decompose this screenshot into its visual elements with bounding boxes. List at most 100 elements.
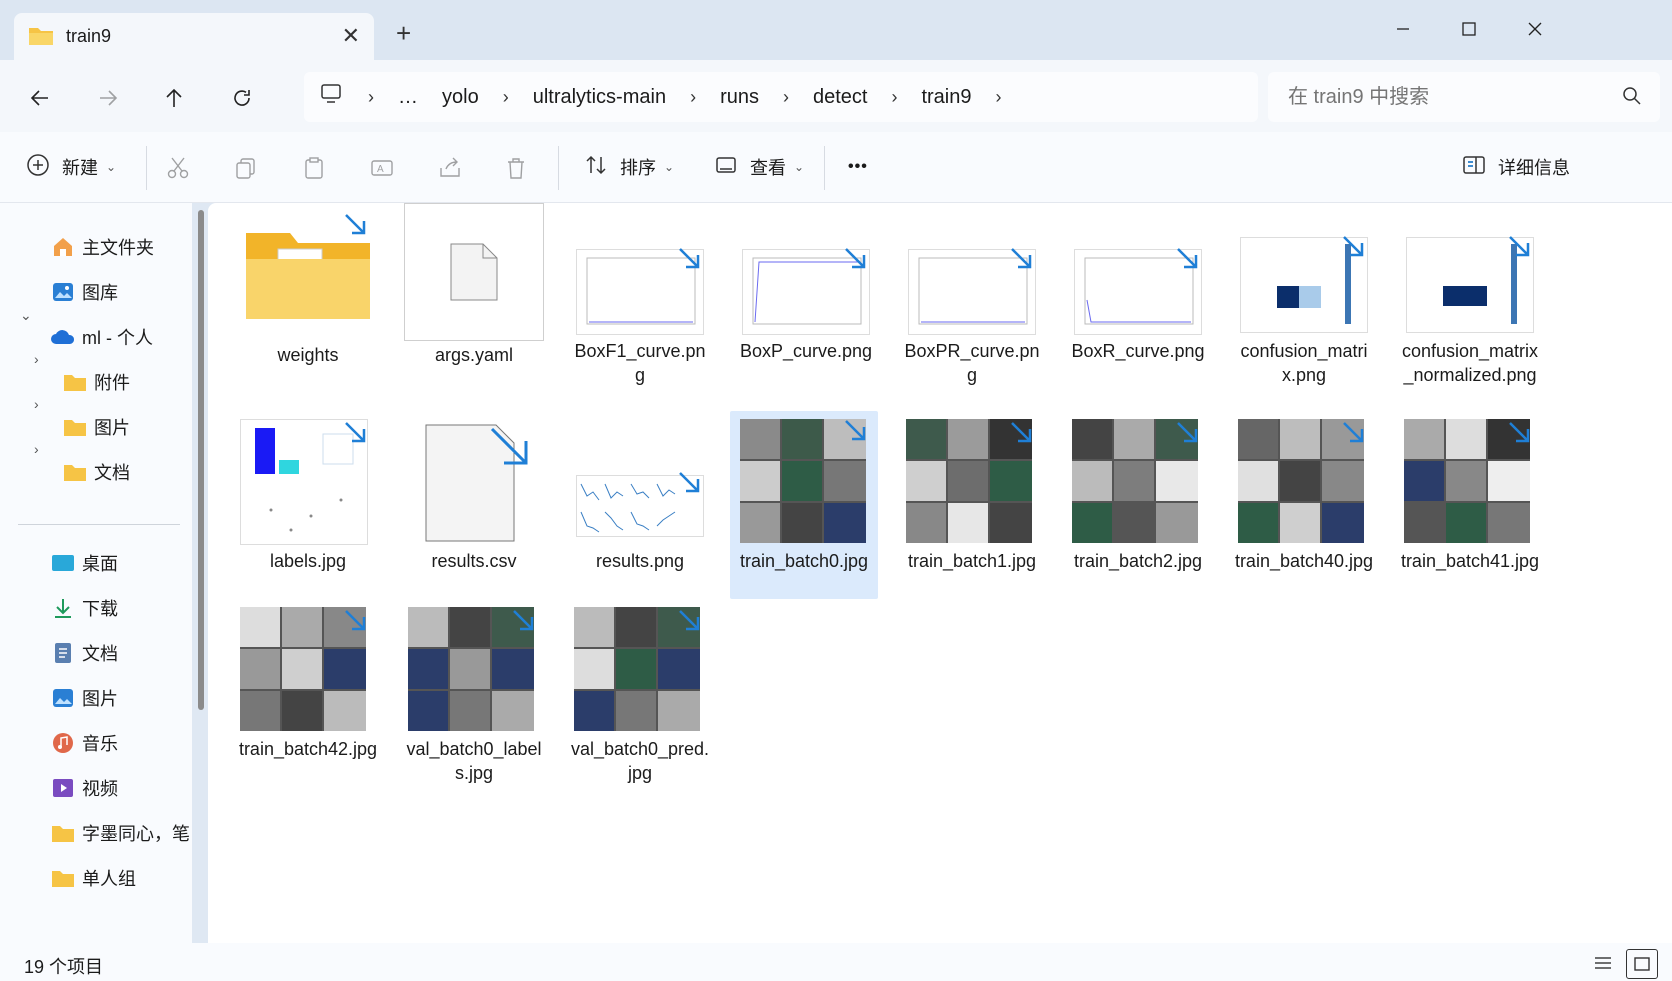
item-count: 19 个项目 bbox=[24, 957, 104, 977]
file-item-chart[interactable]: BoxP_curve.png bbox=[736, 239, 876, 409]
sidebar-item-label: 图片 bbox=[94, 418, 130, 438]
file-item-chart[interactable]: BoxPR_curve.png bbox=[902, 239, 1042, 409]
file-name: args.yaml bbox=[434, 345, 514, 365]
search-box[interactable] bbox=[1268, 72, 1660, 122]
file-item-chart[interactable]: BoxR_curve.png bbox=[1068, 239, 1208, 409]
chevron-right-icon[interactable]: › bbox=[34, 441, 39, 457]
breadcrumb-detect[interactable]: detect bbox=[801, 86, 879, 109]
file-item-photo[interactable]: val_batch0_pred.jpg bbox=[570, 603, 710, 789]
paste-icon[interactable] bbox=[300, 154, 328, 182]
details-label: 详细信息 bbox=[1498, 158, 1570, 178]
file-item-photo[interactable]: train_batch40.jpg bbox=[1234, 415, 1374, 595]
chevron-right-icon[interactable]: › bbox=[678, 87, 708, 108]
breadcrumb-ultralytics-main[interactable]: ultralytics-main bbox=[521, 86, 678, 109]
view-icon bbox=[714, 153, 738, 182]
chevron-right-icon[interactable]: › bbox=[356, 87, 386, 108]
file-item-csv[interactable]: results.csv bbox=[404, 415, 544, 595]
chevron-right-icon[interactable]: › bbox=[491, 87, 521, 108]
file-name: confusion_matrix.png bbox=[1240, 341, 1368, 385]
desktop-icon bbox=[50, 550, 76, 576]
folder-icon bbox=[50, 820, 76, 846]
file-item-folder[interactable]: weights bbox=[238, 209, 378, 409]
chevron-down-icon: ⌄ bbox=[794, 160, 805, 174]
toolbar-divider bbox=[558, 146, 559, 190]
minimize-button[interactable] bbox=[1378, 10, 1428, 48]
sync-arrow-icon bbox=[345, 214, 366, 235]
file-item-photo[interactable]: val_batch0_labels.jpg bbox=[404, 603, 544, 789]
sync-arrow-icon bbox=[1509, 236, 1530, 257]
chevron-right-icon[interactable]: › bbox=[771, 87, 801, 108]
share-icon[interactable] bbox=[436, 154, 464, 182]
delete-icon[interactable] bbox=[502, 154, 530, 182]
chevron-right-icon[interactable]: › bbox=[34, 396, 39, 412]
close-button[interactable] bbox=[1510, 10, 1560, 48]
sort-button[interactable]: 排序 ⌄ bbox=[584, 146, 674, 188]
chevron-down-icon: ⌄ bbox=[106, 160, 117, 174]
large-icons-view-button[interactable] bbox=[1626, 949, 1658, 979]
sidebar-item-label: 音乐 bbox=[82, 734, 118, 754]
search-input[interactable] bbox=[1286, 82, 1610, 112]
cut-icon[interactable] bbox=[164, 154, 192, 182]
breadcrumb-yolo[interactable]: yolo bbox=[430, 86, 491, 109]
chevron-right-icon[interactable]: › bbox=[983, 87, 1013, 108]
breadcrumb-overflow[interactable]: … bbox=[386, 86, 430, 109]
file-name: results.csv bbox=[431, 551, 517, 571]
details-view-button[interactable] bbox=[1588, 949, 1618, 977]
document-icon bbox=[450, 243, 498, 301]
tab-close-icon[interactable]: ✕ bbox=[342, 23, 360, 49]
file-item-labels[interactable]: labels.jpg bbox=[238, 415, 378, 595]
sidebar-item-label: 字墨同心，笔 bbox=[82, 824, 190, 844]
cloud-icon bbox=[50, 324, 76, 350]
file-name: BoxPR_curve.png bbox=[904, 341, 1040, 385]
sync-arrow-icon bbox=[1177, 422, 1198, 443]
file-item-chart[interactable]: BoxF1_curve.png bbox=[570, 239, 710, 409]
sort-icon bbox=[584, 153, 608, 182]
breadcrumb-train9[interactable]: train9 bbox=[909, 86, 983, 109]
file-name: train_batch1.jpg bbox=[907, 551, 1037, 571]
sidebar-item-folder-calligraphy[interactable]: 字墨同心，笔 bbox=[50, 813, 190, 853]
search-icon[interactable] bbox=[1622, 86, 1642, 111]
more-options-button[interactable]: ••• bbox=[848, 146, 868, 188]
file-name: BoxR_curve.png bbox=[1071, 341, 1205, 361]
copy-icon[interactable] bbox=[232, 154, 260, 182]
file-item-matrix[interactable]: confusion_matrix_normalized.png bbox=[1400, 229, 1540, 409]
details-pane-button[interactable]: 详细信息 bbox=[1462, 146, 1570, 188]
new-button[interactable]: 新建 ⌄ bbox=[26, 146, 116, 188]
sidebar-item-label: 视频 bbox=[82, 779, 118, 799]
navigation-pane: 主文件夹 图库 ⌄ ml - 个人 › 附件 › 图片 › 文档 桌面 📌 下载… bbox=[0, 203, 228, 943]
chevron-down-icon[interactable]: ⌄ bbox=[20, 307, 32, 324]
file-name: labels.jpg bbox=[269, 551, 347, 571]
file-item-photo[interactable]: train_batch1.jpg bbox=[902, 415, 1042, 595]
file-item-photo[interactable]: train_batch41.jpg bbox=[1400, 415, 1540, 595]
folder-icon bbox=[62, 459, 88, 485]
sync-arrow-icon bbox=[845, 248, 866, 269]
file-item-yaml[interactable]: args.yaml bbox=[404, 203, 544, 409]
up-button[interactable] bbox=[156, 80, 192, 116]
rename-icon[interactable]: A bbox=[368, 154, 396, 182]
sync-arrow-icon bbox=[845, 420, 866, 441]
file-item-photo-selected[interactable]: train_batch0.jpg bbox=[730, 411, 878, 599]
new-tab-button[interactable]: + bbox=[396, 20, 411, 46]
tab-train9[interactable]: train9 ✕ bbox=[14, 13, 374, 60]
forward-button[interactable] bbox=[90, 80, 126, 116]
breadcrumb-runs[interactable]: runs bbox=[708, 86, 771, 109]
maximize-button[interactable] bbox=[1444, 10, 1494, 48]
chevron-right-icon[interactable]: › bbox=[879, 87, 909, 108]
title-bar: train9 ✕ + bbox=[0, 0, 1672, 60]
file-item-photo[interactable]: train_batch42.jpg bbox=[238, 603, 378, 789]
tab-title: train9 bbox=[66, 26, 112, 46]
chevron-right-icon[interactable]: › bbox=[34, 351, 39, 367]
back-button[interactable] bbox=[22, 80, 58, 116]
computer-icon[interactable] bbox=[304, 84, 356, 110]
file-item-photo[interactable]: train_batch2.jpg bbox=[1068, 415, 1208, 595]
file-item-results[interactable]: results.png bbox=[570, 465, 710, 595]
file-name: train_batch0.jpg bbox=[739, 551, 869, 571]
details-pane-icon bbox=[1462, 154, 1486, 181]
file-item-matrix[interactable]: confusion_matrix.png bbox=[1234, 229, 1374, 409]
status-bar: 19 个项目 bbox=[0, 943, 1672, 981]
refresh-button[interactable] bbox=[224, 80, 260, 116]
view-button[interactable]: 查看 ⌄ bbox=[714, 146, 804, 188]
sidebar-scrollbar[interactable] bbox=[198, 210, 204, 710]
pictures-icon bbox=[50, 685, 76, 711]
address-field[interactable]: › … yolo › ultralytics-main › runs › det… bbox=[304, 72, 1258, 122]
